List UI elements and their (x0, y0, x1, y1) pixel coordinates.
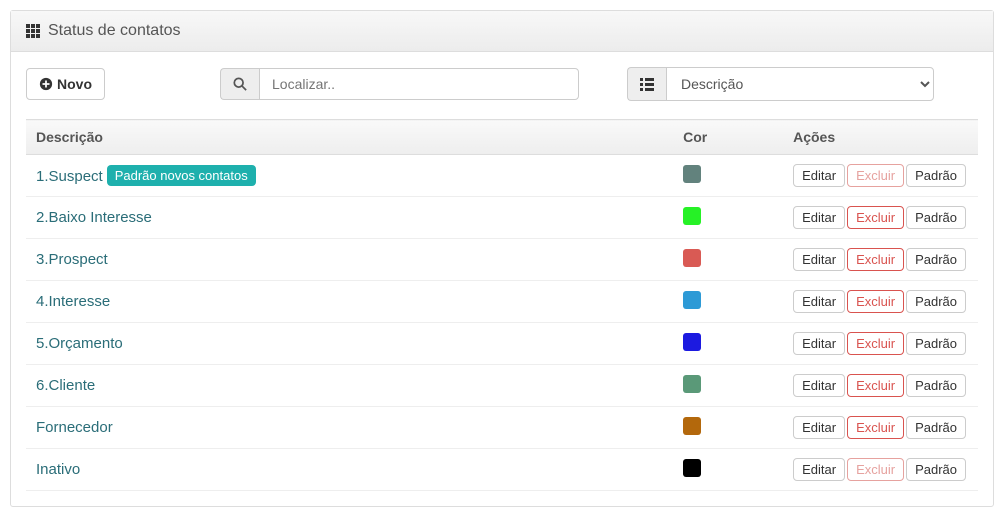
row-actions: EditarExcluirPadrão (783, 155, 978, 197)
color-swatch (683, 249, 701, 267)
color-swatch (683, 207, 701, 225)
row-description: 5.Orçamento (26, 323, 673, 365)
edit-button[interactable]: Editar (793, 332, 845, 355)
panel-body: Novo Descrição Descrição (11, 52, 993, 506)
edit-button[interactable]: Editar (793, 290, 845, 313)
color-swatch (683, 417, 701, 435)
row-color-cell (673, 407, 783, 449)
grid-icon (26, 24, 40, 38)
row-label: 2.Baixo Interesse (36, 209, 152, 226)
edit-button[interactable]: Editar (793, 206, 845, 229)
delete-button[interactable]: Excluir (847, 458, 904, 481)
default-button[interactable]: Padrão (906, 164, 966, 187)
delete-button[interactable]: Excluir (847, 416, 904, 439)
delete-button[interactable]: Excluir (847, 290, 904, 313)
row-label: 3.Prospect (36, 251, 108, 268)
row-description: 1.SuspectPadrão novos contatos (26, 155, 673, 197)
edit-button[interactable]: Editar (793, 248, 845, 271)
col-header-acoes: Ações (783, 120, 978, 155)
row-actions: EditarExcluirPadrão (783, 281, 978, 323)
row-description: Fornecedor (26, 407, 673, 449)
row-actions: EditarExcluirPadrão (783, 449, 978, 491)
table-row: 1.SuspectPadrão novos contatos EditarExcl… (26, 155, 978, 197)
table-row: Inativo EditarExcluirPadrão (26, 449, 978, 491)
row-description: 3.Prospect (26, 239, 673, 281)
table-row: 2.Baixo Interesse EditarExcluirPadrão (26, 197, 978, 239)
default-button[interactable]: Padrão (906, 416, 966, 439)
sort-select[interactable]: Descrição (666, 67, 934, 101)
row-label: Fornecedor (36, 419, 113, 436)
default-button[interactable]: Padrão (906, 290, 966, 313)
row-actions: EditarExcluirPadrão (783, 197, 978, 239)
delete-button[interactable]: Excluir (847, 248, 904, 271)
col-header-descricao: Descrição (26, 120, 673, 155)
row-color-cell (673, 239, 783, 281)
row-label: 5.Orçamento (36, 335, 123, 352)
delete-button[interactable]: Excluir (847, 206, 904, 229)
panel-header: Status de contatos (11, 11, 993, 52)
table-row: 3.Prospect EditarExcluirPadrão (26, 239, 978, 281)
row-color-cell (673, 365, 783, 407)
row-color-cell (673, 323, 783, 365)
row-description: Inativo (26, 449, 673, 491)
search-icon (220, 68, 259, 100)
table-header-row: Descrição Cor Ações (26, 120, 978, 155)
row-label: Inativo (36, 461, 80, 478)
search-input[interactable] (259, 68, 579, 100)
row-actions: EditarExcluirPadrão (783, 407, 978, 449)
edit-button[interactable]: Editar (793, 416, 845, 439)
default-badge: Padrão novos contatos (107, 165, 256, 186)
row-color-cell (673, 281, 783, 323)
search-group (220, 68, 579, 100)
new-button[interactable]: Novo (26, 68, 105, 100)
plus-circle-icon (39, 77, 53, 91)
row-label: 4.Interesse (36, 293, 110, 310)
row-actions: EditarExcluirPadrão (783, 365, 978, 407)
edit-button[interactable]: Editar (793, 374, 845, 397)
row-color-cell (673, 449, 783, 491)
color-swatch (683, 165, 701, 183)
sort-group: Descrição (627, 67, 934, 101)
list-icon (627, 67, 666, 101)
color-swatch (683, 333, 701, 351)
color-swatch (683, 291, 701, 309)
row-description: 6.Cliente (26, 365, 673, 407)
row-label: 1.Suspect (36, 168, 103, 185)
table-row: Fornecedor EditarExcluirPadrão (26, 407, 978, 449)
delete-button[interactable]: Excluir (847, 332, 904, 355)
row-actions: EditarExcluirPadrão (783, 239, 978, 281)
row-color-cell (673, 155, 783, 197)
default-button[interactable]: Padrão (906, 458, 966, 481)
edit-button[interactable]: Editar (793, 164, 845, 187)
default-button[interactable]: Padrão (906, 206, 966, 229)
status-table: Descrição Cor Ações 1.SuspectPadrão novo… (26, 119, 978, 491)
row-actions: EditarExcluirPadrão (783, 323, 978, 365)
row-label: 6.Cliente (36, 377, 95, 394)
toolbar: Novo Descrição (26, 67, 978, 101)
table-row: 5.Orçamento EditarExcluirPadrão (26, 323, 978, 365)
default-button[interactable]: Padrão (906, 332, 966, 355)
color-swatch (683, 459, 701, 477)
default-button[interactable]: Padrão (906, 374, 966, 397)
row-description: 2.Baixo Interesse (26, 197, 673, 239)
color-swatch (683, 375, 701, 393)
edit-button[interactable]: Editar (793, 458, 845, 481)
delete-button[interactable]: Excluir (847, 374, 904, 397)
table-row: 4.Interesse EditarExcluirPadrão (26, 281, 978, 323)
panel-title: Status de contatos (48, 22, 181, 40)
col-header-cor: Cor (673, 120, 783, 155)
table-row: 6.Cliente EditarExcluirPadrão (26, 365, 978, 407)
default-button[interactable]: Padrão (906, 248, 966, 271)
new-button-label: Novo (57, 76, 92, 92)
row-description: 4.Interesse (26, 281, 673, 323)
row-color-cell (673, 197, 783, 239)
panel: Status de contatos Novo Descriç (10, 10, 994, 507)
delete-button[interactable]: Excluir (847, 164, 904, 187)
